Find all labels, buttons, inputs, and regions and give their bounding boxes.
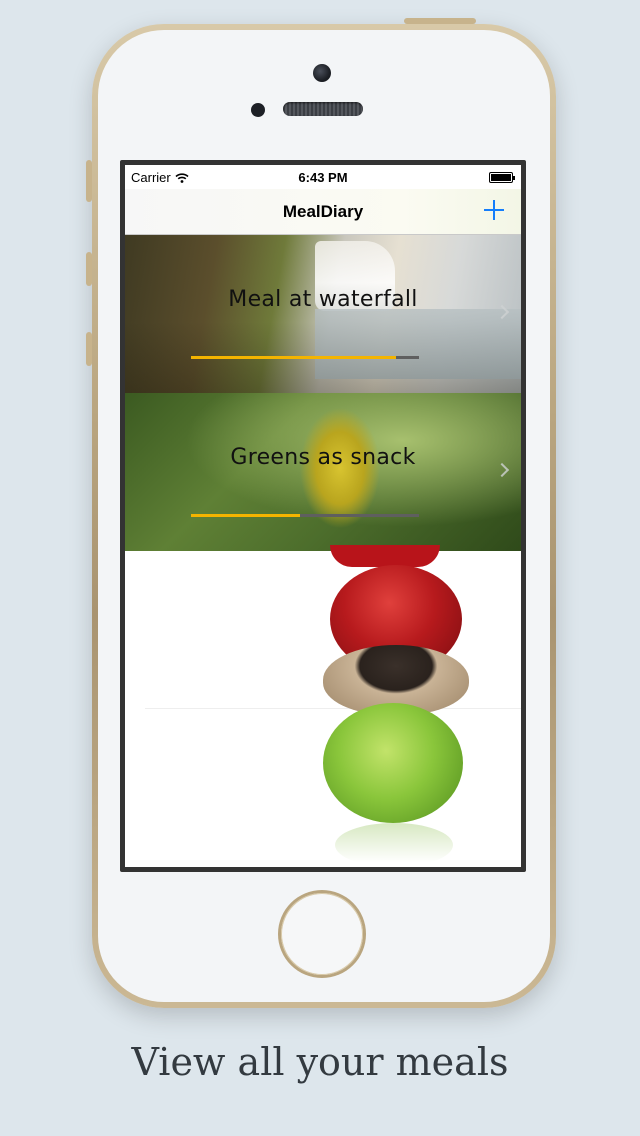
- earpiece-speaker: [283, 102, 363, 116]
- apple-reflection: [335, 823, 453, 867]
- meal-row[interactable]: [125, 545, 521, 867]
- nav-title: MealDiary: [282, 202, 364, 221]
- row-divider: [145, 708, 521, 709]
- volume-up-button: [86, 252, 92, 286]
- status-time: 6:43 PM: [298, 170, 348, 185]
- apple-photo: [330, 545, 440, 567]
- rating-bar: [191, 514, 419, 517]
- battery-icon: [489, 172, 515, 183]
- power-button: [404, 18, 476, 24]
- home-button[interactable]: [281, 893, 363, 975]
- green-apple-photo: [323, 703, 463, 823]
- meal-row[interactable]: Meal at waterfall: [125, 235, 521, 393]
- meal-name: Greens as snack: [230, 445, 416, 470]
- navigation-bar: MealDiary: [125, 189, 521, 235]
- front-camera-icon: [313, 64, 331, 82]
- rating-fill: [191, 514, 301, 517]
- add-meal-button[interactable]: [479, 195, 509, 225]
- promo-caption: View all your meals: [131, 1040, 509, 1084]
- meal-name: Meal at waterfall: [228, 287, 418, 312]
- rating-bar: [191, 356, 419, 359]
- mute-switch: [86, 160, 92, 202]
- meal-row[interactable]: Greens as snack: [125, 393, 521, 551]
- rating-fill: [191, 356, 397, 359]
- app-screen: Carrier 6:43 PM MealDiary Meal at waterf…: [125, 165, 521, 867]
- proximity-sensor: [251, 103, 265, 117]
- volume-down-button: [86, 332, 92, 366]
- water-photo: [315, 309, 521, 379]
- status-bar: Carrier 6:43 PM: [125, 165, 521, 189]
